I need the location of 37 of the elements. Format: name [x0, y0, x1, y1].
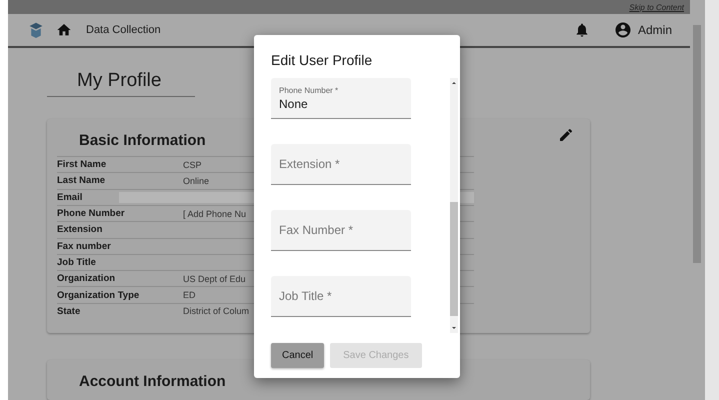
field-label: State [57, 306, 82, 317]
dialog-title: Edit User Profile [270, 51, 374, 70]
text-field[interactable]: Fax Number * [271, 210, 411, 251]
page-scrollbar[interactable] [690, 0, 705, 400]
card-title: Account Information [78, 372, 226, 390]
field-value: District of Colum [183, 306, 250, 316]
text-field[interactable]: Phone Number * None [271, 78, 411, 119]
page-title: My Profile [47, 70, 195, 98]
field-label: Last Name [57, 175, 106, 186]
text-field[interactable]: Extension * [271, 144, 411, 185]
field-label: Fax number [57, 240, 112, 252]
field-label: Extension [57, 224, 104, 236]
dialog-scrollbar[interactable] [450, 78, 458, 333]
cancel-button[interactable]: Cancel [271, 343, 324, 368]
field-value: ED [183, 290, 196, 300]
field-value: [ Add Phone Nu [183, 208, 246, 219]
field-label: Job Title [57, 256, 97, 268]
home-icon[interactable] [56, 22, 72, 38]
field-value: US Dept of Edu [183, 274, 246, 284]
logo-icon[interactable] [28, 21, 44, 40]
text-field[interactable]: Job Title * [271, 276, 411, 317]
account-icon[interactable] [614, 21, 632, 40]
field-label: Organization Type [57, 290, 140, 301]
bell-icon[interactable] [574, 22, 590, 38]
scroll-down-icon[interactable] [450, 324, 458, 332]
app-title: Data Collection [86, 24, 161, 36]
field-label: Phone Number [57, 208, 126, 220]
edit-pencil-icon[interactable] [558, 127, 574, 144]
field-label: Organization [57, 273, 116, 284]
field-label: Email [57, 192, 84, 203]
field-label: First Name [57, 159, 108, 170]
card-title: Basic Information [78, 131, 206, 150]
skip-to-content-link[interactable]: Skip to Content [629, 2, 684, 12]
user-name[interactable]: Admin [638, 23, 672, 38]
field-value: CSP [183, 160, 202, 170]
field-value: Online [183, 176, 210, 186]
scroll-up-icon[interactable] [450, 79, 458, 87]
